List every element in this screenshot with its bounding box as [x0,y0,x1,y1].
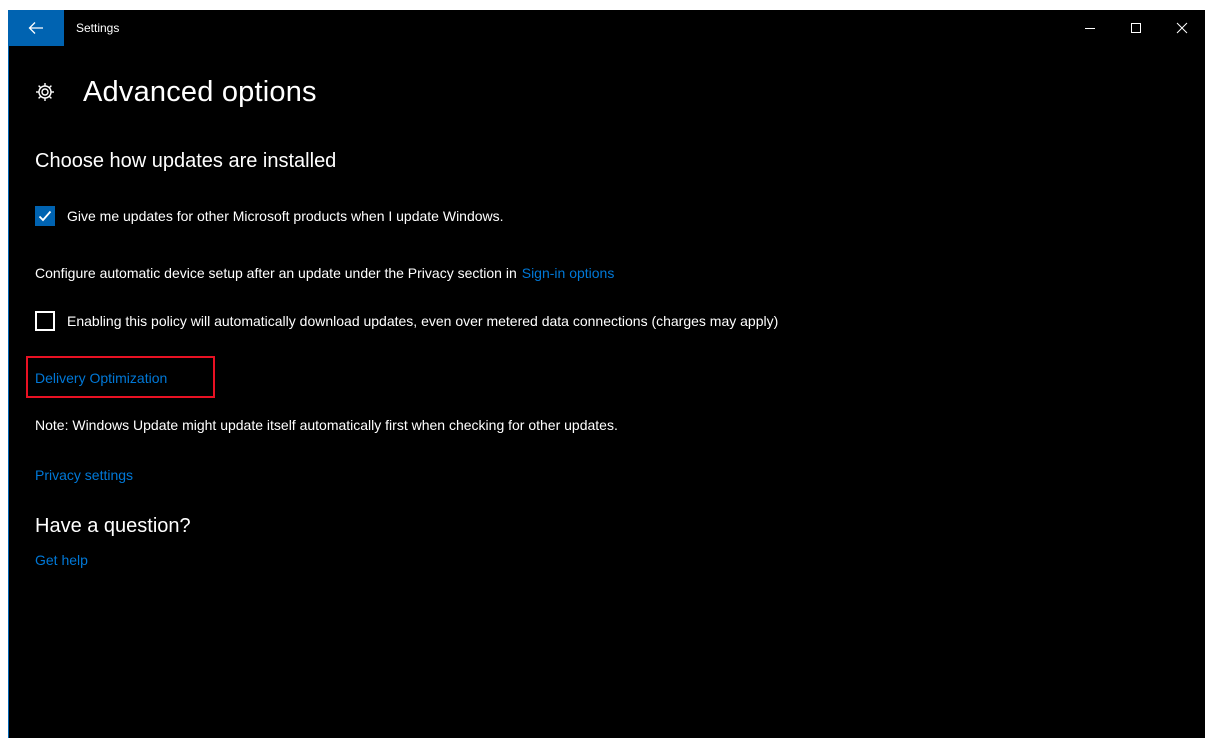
delivery-optimization-row: Delivery Optimization [35,370,167,386]
help-title: Have a question? [35,515,191,537]
back-button[interactable] [8,10,64,46]
minimize-button[interactable] [1067,10,1113,46]
arrow-left-icon [28,22,43,34]
window-accent-edge [8,10,9,738]
other-products-label: Give me updates for other Microsoft prod… [67,208,504,224]
minimize-icon [1085,28,1095,29]
checkmark-icon [38,210,52,222]
get-help-row: Get help [35,552,88,568]
other-products-checkbox[interactable] [35,206,55,226]
device-setup-row: Configure automatic device setup after a… [35,265,614,281]
privacy-settings-link[interactable]: Privacy settings [35,467,133,483]
device-setup-text: Configure automatic device setup after a… [35,265,517,281]
maximize-icon [1131,23,1141,33]
window-title: Settings [76,21,120,35]
get-help-link[interactable]: Get help [35,552,88,568]
delivery-optimization-link[interactable]: Delivery Optimization [35,370,167,386]
close-icon [1176,22,1188,34]
section-title-updates: Choose how updates are installed [35,150,337,172]
settings-window: Settings Advanced options Choose how upd… [8,10,1205,738]
sign-in-options-link[interactable]: Sign-in options [522,265,615,281]
privacy-settings-row: Privacy settings [35,467,133,483]
page-title: Advanced options [83,75,317,108]
other-products-row: Give me updates for other Microsoft prod… [35,206,504,226]
window-controls [1067,10,1205,46]
page-header: Advanced options [35,70,317,114]
close-button[interactable] [1159,10,1205,46]
metered-checkbox[interactable] [35,311,55,331]
maximize-button[interactable] [1113,10,1159,46]
title-bar: Settings [8,10,1205,46]
update-note: Note: Windows Update might update itself… [35,417,618,433]
metered-row: Enabling this policy will automatically … [35,311,778,331]
metered-label: Enabling this policy will automatically … [67,313,779,329]
gear-icon [35,82,55,102]
